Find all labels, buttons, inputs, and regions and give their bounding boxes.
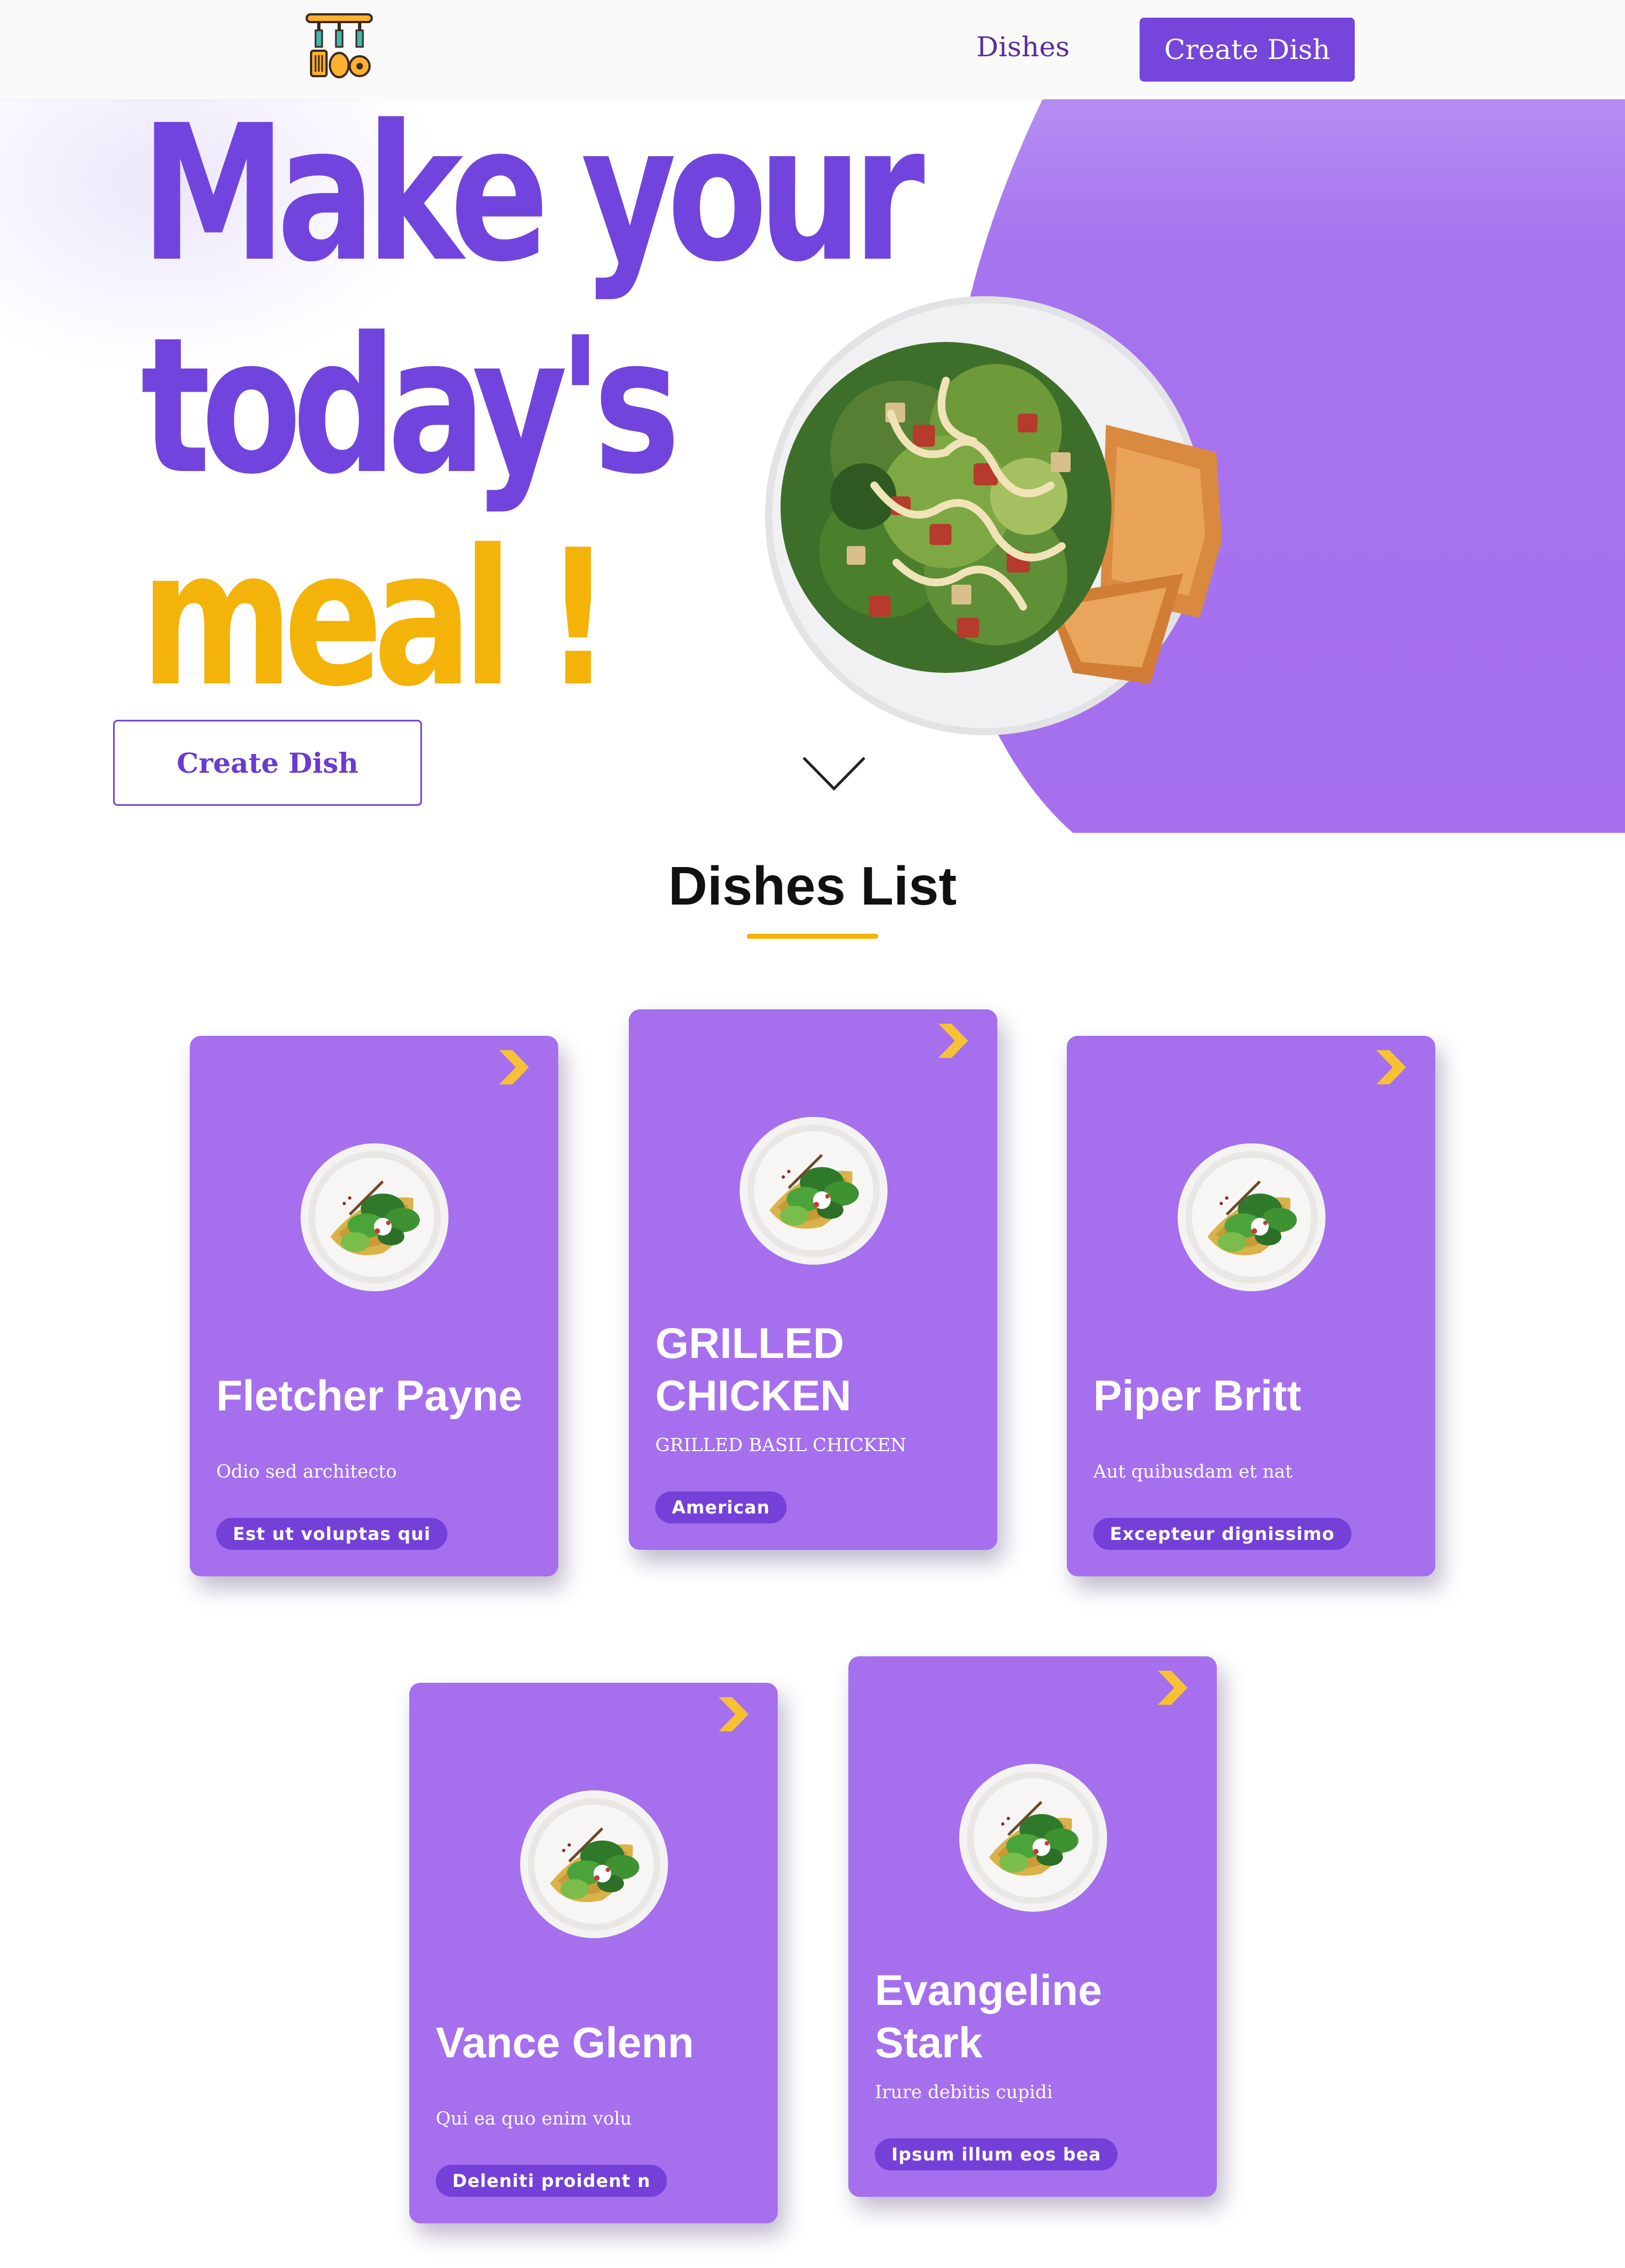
dish-plate-image — [959, 1763, 1108, 1912]
dish-card[interactable]: Evangeline Stark Irure debitis cupidi Ip… — [848, 1656, 1217, 2197]
kitchen-utensils-icon[interactable] — [303, 11, 375, 83]
top-navbar: Dishes Create Dish — [0, 0, 1625, 99]
dish-plate-image — [520, 1790, 669, 1939]
dish-card-description: Qui ea quo enim volu — [436, 2107, 632, 2129]
dish-card-description: Aut quibusdam et nat — [1093, 1461, 1293, 1482]
dish-card-tag: Ipsum illum eos bea — [875, 2138, 1118, 2170]
dish-card-title: Fletcher Payne — [216, 1371, 522, 1420]
dishes-list-title: Dishes List — [668, 855, 957, 916]
dish-card-title: Piper Britt — [1093, 1371, 1302, 1420]
chevron-right-icon[interactable] — [715, 1695, 752, 1734]
dish-card-description: GRILLED BASIL CHICKEN — [655, 1434, 907, 1456]
dish-plate-image — [300, 1143, 449, 1292]
chevron-right-icon[interactable] — [496, 1048, 532, 1087]
chevron-right-icon[interactable] — [1373, 1048, 1409, 1087]
nav-create-dish-button[interactable]: Create Dish — [1140, 18, 1355, 82]
dish-card-tag: Est ut voluptas qui — [216, 1518, 447, 1550]
dish-card-title: Evangeline Stark — [875, 1966, 1102, 2067]
dish-card-description: Irure debitis cupidi — [875, 2081, 1053, 2103]
dish-card[interactable]: Fletcher Payne Odio sed architecto Est u… — [190, 1036, 558, 1576]
dish-card-tag: Excepteur dignissimo — [1093, 1518, 1351, 1550]
dish-card-tag: American — [655, 1491, 787, 1523]
dish-card[interactable]: GRILLED CHICKEN GRILLED BASIL CHICKEN Am… — [629, 1009, 997, 1550]
chevron-down-icon[interactable] — [801, 755, 867, 793]
dish-card-title: Vance Glenn — [436, 2018, 694, 2067]
nav-dishes-link[interactable]: Dishes — [976, 31, 1070, 63]
dish-card-tag: Deleniti proident n — [436, 2165, 667, 2197]
hero-section: Make your today's meal ! Create Dish — [0, 99, 1625, 833]
hero-create-dish-button[interactable]: Create Dish — [113, 720, 422, 806]
dish-plate-image — [739, 1116, 888, 1265]
headline-line-1: Make your — [141, 99, 925, 303]
dish-card-title: GRILLED CHICKEN — [655, 1319, 852, 1420]
salad-plate-image — [765, 296, 1222, 735]
dish-card-description: Odio sed architecto — [216, 1461, 397, 1482]
dish-plate-image — [1177, 1143, 1326, 1292]
chevron-right-icon[interactable] — [935, 1021, 971, 1060]
title-underline — [747, 934, 878, 939]
dish-card[interactable]: Vance Glenn Qui ea quo enim volu Delenit… — [409, 1683, 778, 2223]
chevron-right-icon[interactable] — [1154, 1668, 1191, 1707]
dish-card[interactable]: Piper Britt Aut quibusdam et nat Excepte… — [1067, 1036, 1435, 1576]
